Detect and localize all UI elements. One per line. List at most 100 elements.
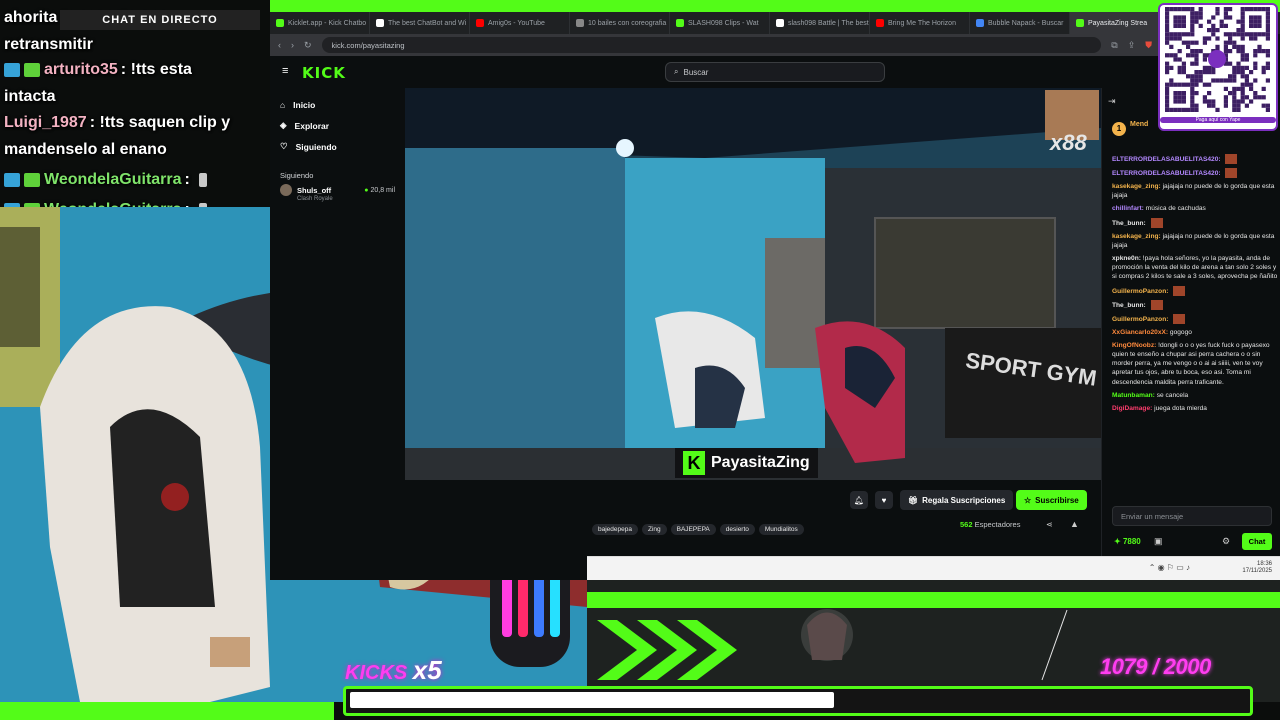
gift-icon: 🎁︎ (908, 495, 919, 505)
report-icon[interactable]: ▲ (1070, 519, 1079, 529)
browser-tab[interactable]: The best ChatBot and Wi (370, 12, 470, 34)
kicks-label: KICKS x5 (345, 655, 442, 686)
reload-icon[interactable]: ↻ (304, 40, 312, 51)
chat-username[interactable]: XxGiancarlo20xX: (1112, 329, 1168, 336)
chat-text: se cancela (1156, 391, 1189, 399)
chat-en-directo-header: CHAT EN DIRECTO (60, 10, 260, 30)
favicon-icon (676, 19, 684, 27)
browser-tab[interactable]: slash098 Battle | The best (770, 12, 870, 34)
hud-graphics (587, 580, 1280, 702)
tag-list: bajedepepa Zing BAJEPEPA desierto Mundialito… (592, 518, 808, 536)
system-clock[interactable]: 18:36 17/11/2025 (1242, 561, 1272, 575)
channel-name: Shuls_off (297, 185, 332, 195)
stream-tag[interactable]: Zing (641, 524, 667, 535)
search-input[interactable]: ⌕ Buscar (665, 62, 885, 82)
channel-category: Clash Royale (297, 196, 333, 202)
menu-icon[interactable]: ≡ (282, 65, 292, 77)
overlay-chat-text: mandenselo al enano (4, 141, 167, 158)
chat-username[interactable]: kasekage_zing: (1112, 233, 1161, 240)
favicon-icon (476, 19, 484, 27)
settings-icon[interactable]: ⚙ (1222, 536, 1230, 547)
kicks-balance-value: 7880 (1122, 537, 1141, 546)
gift-icon[interactable]: ▣ (1154, 536, 1163, 547)
chat-input[interactable]: Enviar un mensaje (1112, 506, 1272, 526)
url-field[interactable]: kick.com/payasitazing (321, 37, 1102, 53)
address-bar: ‹ › ↻ kick.com/payasitazing ⧉ ⇪ ⛊ (270, 34, 1160, 56)
browser-tab[interactable]: Bring Me The Horizon (870, 12, 970, 34)
goal-target: 2000 (1163, 654, 1211, 679)
heart-follow-icon[interactable]: ♥ (875, 491, 893, 509)
overlay-chat-line: Luigi_1987: !tts saquen clip y (0, 110, 230, 136)
tray-icons[interactable]: ⌃ ◉ ⚐ ▭ ♪ (1149, 563, 1190, 572)
top-gifter-name: Mend (1130, 121, 1149, 128)
browser-tab[interactable]: SLASH098 Clips - Wat (670, 12, 770, 34)
stream-tag[interactable]: desierto (719, 524, 755, 535)
chat-text: juega dota mierda (1154, 405, 1207, 413)
stream-tag[interactable]: bajedepepa (592, 524, 638, 535)
tab-label: 10 bailes con coreografia (588, 19, 667, 27)
tab-label: Amig0s - YouTube (488, 19, 545, 27)
extension-icon[interactable]: ⧉ (1111, 40, 1117, 51)
chat-username[interactable]: kasekage_zing: (1112, 183, 1161, 190)
emote-icon (1173, 285, 1186, 296)
following-header: Siguiendo (280, 171, 314, 180)
browser-tab[interactable]: Bubble Napack - Buscar (970, 12, 1070, 34)
sidebar-item-explorar[interactable]: ◈ Explorar (270, 115, 405, 136)
stream-tag[interactable]: BAJEPEPA (670, 524, 716, 535)
kick-logo[interactable]: KICK (302, 64, 346, 82)
forward-icon[interactable]: › (291, 40, 294, 50)
bell-icon[interactable]: 🔔︎ (850, 491, 868, 509)
tab-label: Bring Me The Horizon (888, 19, 956, 27)
sidebar-item-inicio[interactable]: ⌂ Inicio (270, 94, 405, 115)
following-channel[interactable]: Shuls_off 20,8 mil (270, 184, 405, 196)
chat-message: GuillermoPanzon: (1112, 285, 1278, 296)
share-icon[interactable]: ⇪ (1128, 40, 1136, 51)
streamer-name: PayasitaZing (711, 454, 810, 471)
kicks-icon: ✦ (1114, 537, 1121, 546)
collapse-chat-icon[interactable]: ⇥ (1108, 96, 1116, 107)
bottom-accent-bar (0, 702, 334, 720)
chat-username[interactable]: GuillermoPanzon: (1112, 315, 1168, 322)
tab-strip: Kicklet.app - Kick Chatbo The best ChatBo… (270, 12, 1280, 34)
share-icon[interactable]: ⋖ (1046, 520, 1053, 529)
tab-label: Kicklet.app - Kick Chatbo (288, 19, 367, 27)
kicks-balance[interactable]: ✦ 7880 (1114, 537, 1141, 546)
search-placeholder: Buscar (683, 67, 709, 77)
stream-tag[interactable]: Mundialitos (758, 524, 804, 535)
chat-username[interactable]: The_bunn: (1112, 219, 1146, 226)
browser-tab[interactable]: PayasitaZing Strea (1070, 12, 1170, 34)
chat-message: kasekage_zing: jajajaja no puede de lo g… (1112, 182, 1278, 200)
chat-username[interactable]: xpkne0n: (1112, 255, 1141, 262)
subscribe-button[interactable]: ☆ Suscribirse (1016, 490, 1087, 510)
favicon-icon (776, 19, 784, 27)
subscribe-label: Suscribirse (1035, 495, 1079, 505)
goal-counter: 1079 / 2000 (1100, 654, 1211, 679)
chat-username[interactable]: Matunbaman: (1112, 392, 1155, 399)
back-icon[interactable]: ‹ (278, 40, 281, 50)
home-icon: ⌂ (280, 99, 286, 110)
channel-viewers: 20,8 mil (364, 187, 395, 194)
browser-tab[interactable]: Kicklet.app - Kick Chatbo (270, 12, 370, 34)
chat-username[interactable]: GuillermoPanzon: (1112, 287, 1168, 294)
video-player[interactable]: SPORT GYM x88 K PayasitaZing (405, 88, 1101, 480)
chat-send-button[interactable]: Chat (1242, 533, 1272, 550)
emote-icon (1173, 313, 1186, 324)
chat-username[interactable]: ELTERRORDELASABUELITAS420: (1112, 156, 1221, 163)
chat-username[interactable]: KingOfNoobz: (1112, 342, 1156, 349)
shield-icon[interactable]: ⛊ (1145, 40, 1152, 51)
browser-tab[interactable]: 10 bailes con coreografia (570, 12, 670, 34)
chat-username[interactable]: The_bunn: (1112, 301, 1146, 308)
qr-pattern (1165, 7, 1270, 112)
overlay-top-bar (270, 0, 1280, 12)
chat-username[interactable]: DigiDamage: (1112, 405, 1152, 412)
browser-tab[interactable]: Amig0s - YouTube (470, 12, 570, 34)
chat-username[interactable]: ELTERRORDELASABUELITAS420: (1112, 170, 1221, 177)
video-scene: SPORT GYM (405, 88, 1101, 480)
emote-icon (1150, 299, 1163, 310)
sidebar-item-siguiendo[interactable]: ♡ Siguiendo (270, 136, 405, 157)
gift-subs-button[interactable]: 🎁︎ Regala Suscripciones (900, 490, 1014, 510)
chat-username[interactable]: chillinfart: (1112, 205, 1144, 212)
url-text: kick.com/payasitazing (331, 40, 405, 50)
gift-subs-label: Regala Suscripciones (922, 495, 1006, 505)
chat-panel: ⇥ 1 Mend ELTERRORDELASABUELITAS420: ELTE… (1101, 88, 1280, 558)
